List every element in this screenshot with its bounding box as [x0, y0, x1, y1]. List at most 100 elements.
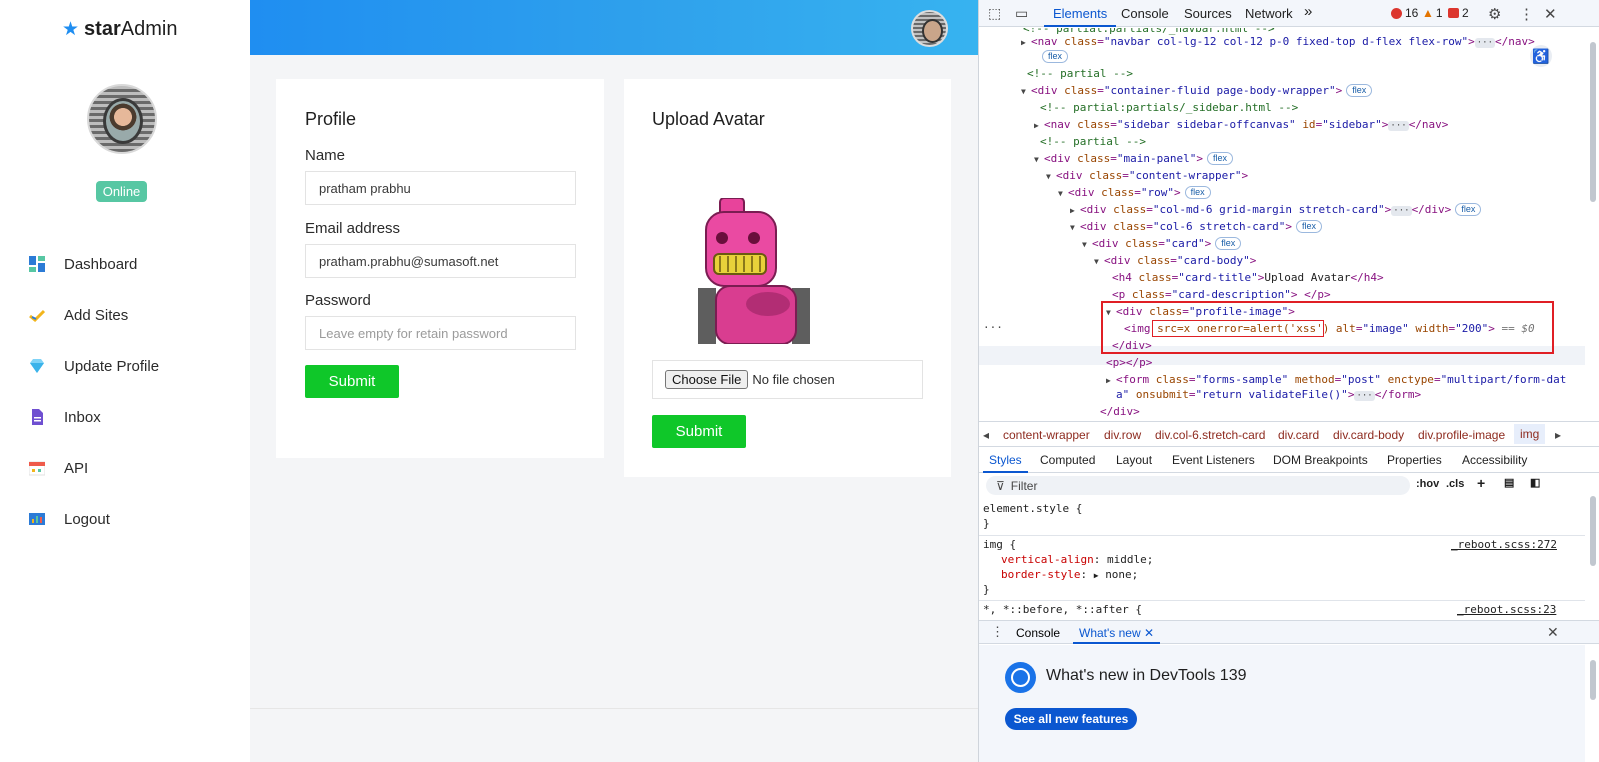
element-style-rule[interactable]: element.style { [983, 501, 1082, 516]
sidebar-item-logout[interactable]: Logout [29, 504, 110, 534]
dom-node-content-wrapper[interactable]: ▼ <div class="content-wrapper"> [1046, 167, 1248, 184]
sidebar-item-update-profile[interactable]: Update Profile [29, 351, 159, 381]
drawer-menu-icon[interactable]: ⋮ [991, 624, 1004, 640]
warnings-count[interactable]: ▲ 1 [1422, 6, 1443, 20]
breadcrumb-item[interactable]: div.profile-image [1418, 428, 1505, 442]
error-icon [1391, 7, 1402, 19]
profile-submit-button[interactable]: Submit [305, 365, 399, 398]
dom-node-col-md-6[interactable]: ▶ <div class="col-md-6 grid-margin stretc… [1070, 201, 1482, 218]
dom-node-card-title[interactable]: <h4 class="card-title">Upload Avatar</h4… [1112, 269, 1384, 286]
file-input[interactable]: Choose File No file chosen [652, 360, 923, 399]
errors-count[interactable]: 16 [1391, 6, 1418, 20]
devtools-toolbar: ⬚ ▭ Elements Console Sources Network » 1… [979, 0, 1599, 27]
close-drawer-icon[interactable]: ✕ [1547, 624, 1559, 641]
tab-sources[interactable]: Sources [1184, 6, 1232, 21]
flex-pill[interactable]: flex [1038, 48, 1069, 65]
dom-node-sidebar[interactable]: ▶ <nav class="sidebar sidebar-offcanvas" … [1034, 116, 1448, 133]
top-navbar [250, 0, 978, 55]
breadcrumb-item[interactable]: div.card [1278, 428, 1319, 442]
drawer-tab-whats-new[interactable]: What's new ✕ [1079, 626, 1154, 640]
new-style-rule-icon[interactable]: + [1477, 475, 1485, 491]
more-options-icon[interactable]: ⋮ [1519, 5, 1534, 23]
dom-node-nav[interactable]: ▶ <nav class="navbar col-lg-12 col-12 p-0… [1021, 33, 1535, 50]
password-label: Password [305, 292, 371, 309]
sidebar-item-api[interactable]: API [28, 453, 88, 483]
dom-tree-scrollbar[interactable] [1589, 32, 1597, 417]
name-input[interactable]: pratham prabhu [305, 171, 576, 205]
close-icon[interactable]: ✕ [1544, 5, 1557, 23]
dom-node-card-body[interactable]: ▼ <div class="card-body"> [1094, 252, 1256, 269]
sidebar-item-inbox[interactable]: Inbox [29, 402, 101, 432]
tab-computed[interactable]: Computed [1040, 453, 1095, 467]
dom-tree: <!-- partial:partials/_navbar.html --> ▶… [979, 28, 1585, 420]
more-tabs-icon[interactable]: » [1304, 3, 1312, 20]
universal-rule[interactable]: *, *::before, *::after {_reboot.scss:23 [983, 602, 1583, 617]
rule-close: } [983, 517, 990, 530]
breadcrumb-item[interactable]: content-wrapper [1003, 428, 1090, 442]
drawer-tab-console[interactable]: Console [1016, 626, 1060, 640]
dom-node-p[interactable]: <p></p> [1106, 356, 1152, 369]
card-title: Upload Avatar [652, 109, 765, 129]
footer-divider [250, 708, 978, 709]
img-rule[interactable]: img {_reboot.scss:272 [983, 537, 1583, 552]
dashboard-icon [29, 256, 45, 272]
toggle-sidebar-icon[interactable]: ◧ [1530, 476, 1540, 489]
accessibility-icon[interactable]: ♿ [1530, 45, 1552, 67]
breadcrumb-item[interactable]: div.row [1104, 428, 1141, 442]
choose-file-button[interactable]: Choose File [665, 370, 749, 389]
email-label: Email address [305, 220, 401, 237]
settings-gear-icon[interactable]: ⚙ [1488, 5, 1501, 23]
img-rule-source-link[interactable]: _reboot.scss:272 [1451, 537, 1557, 552]
tab-properties[interactable]: Properties [1387, 453, 1442, 467]
whats-new-scrollbar[interactable] [1589, 648, 1597, 758]
paint-format-icon[interactable]: ▤ [1504, 476, 1514, 489]
brand-logo[interactable]: ★ star Admin [62, 16, 177, 42]
dom-node-card[interactable]: ▼ <div class="card"> flex [1082, 235, 1242, 252]
breadcrumb-item[interactable]: div.col-6.stretch-card [1155, 428, 1265, 442]
style-property[interactable]: vertical-align: middle; [1001, 552, 1153, 567]
tab-accessibility[interactable]: Accessibility [1462, 453, 1527, 467]
dom-node-page-body-wrapper[interactable]: ▼ <div class="container-fluid page-body-w… [1021, 82, 1373, 99]
app-window: ★ star Admin Online Dashboard Add Sites U… [0, 0, 1599, 762]
dom-node-row[interactable]: ▼ <div class="row"> flex [1058, 184, 1211, 201]
cls-toggle[interactable]: .cls [1446, 478, 1464, 490]
upload-submit-button[interactable]: Submit [652, 415, 746, 448]
breadcrumb-item[interactable]: div.card-body [1333, 428, 1404, 442]
dom-node-col-6[interactable]: ▼ <div class="col-6 stretch-card"> flex [1070, 218, 1322, 235]
see-all-features-button[interactable]: See all new features [1005, 708, 1137, 730]
breadcrumb-scroll-left-icon[interactable]: ◂ [983, 428, 989, 442]
styles-filter-input[interactable]: ⊽ Filter [986, 476, 1410, 495]
tab-layout[interactable]: Layout [1116, 453, 1152, 467]
status-badge: Online [96, 181, 147, 202]
tab-console[interactable]: Console [1121, 6, 1169, 21]
close-tab-icon[interactable]: ✕ [1144, 626, 1154, 640]
filter-icon: ⊽ [996, 478, 1005, 493]
star-icon: ★ [62, 18, 80, 40]
sidebar-item-label: Logout [64, 510, 110, 528]
sidebar-item-dashboard[interactable]: Dashboard [29, 249, 137, 279]
tab-dom-breakpoints[interactable]: DOM Breakpoints [1273, 453, 1368, 467]
sidebar-item-add-sites[interactable]: Add Sites [29, 300, 128, 330]
device-toolbar-icon[interactable]: ▭ [1015, 5, 1028, 22]
rule-close: } [983, 583, 990, 596]
tab-styles[interactable]: Styles [983, 453, 1028, 473]
universal-rule-source-link[interactable]: _reboot.scss:23 [1457, 602, 1556, 617]
sidebar-item-label: Add Sites [64, 306, 129, 324]
node-ellipsis-icon[interactable]: ··· [983, 319, 1003, 336]
inspect-element-icon[interactable]: ⬚ [988, 5, 1001, 22]
breadcrumb-scroll-right-icon[interactable]: ▸ [1555, 428, 1561, 442]
tab-network[interactable]: Network [1245, 6, 1293, 21]
breadcrumb-item-active[interactable]: img [1514, 424, 1546, 444]
user-avatar-menu[interactable] [911, 10, 948, 47]
style-property[interactable]: border-style: ▶ none; [1001, 567, 1138, 583]
styles-scrollbar[interactable] [1589, 478, 1597, 618]
tab-elements[interactable]: Elements [1043, 6, 1117, 27]
brand-suffix: Admin [120, 17, 178, 40]
issues-count[interactable]: 2 [1448, 6, 1469, 20]
sidebar-item-label: Inbox [64, 408, 101, 426]
dom-node-main-panel[interactable]: ▼ <div class="main-panel"> flex [1034, 150, 1233, 167]
tab-event-listeners[interactable]: Event Listeners [1172, 453, 1255, 467]
email-input[interactable]: pratham.prabhu@sumasoft.net [305, 244, 576, 278]
hov-toggle[interactable]: :hov [1416, 478, 1439, 490]
password-input[interactable]: Leave empty for retain password [305, 316, 576, 350]
